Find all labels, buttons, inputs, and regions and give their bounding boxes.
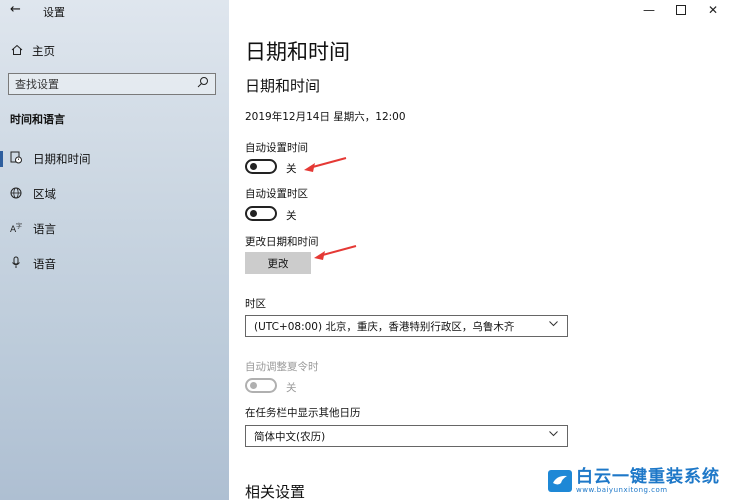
search-placeholder: 查找设置 (15, 78, 59, 91)
extra-calendar-label: 在任务栏中显示其他日历 (245, 407, 361, 419)
auto-time-label: 自动设置时间 (245, 142, 308, 154)
search-input[interactable]: 查找设置 (8, 73, 216, 95)
minimize-icon[interactable]: — (633, 0, 665, 20)
maximize-icon[interactable] (665, 0, 697, 20)
bird-logo-icon (548, 470, 572, 492)
sidebar-item-region[interactable]: 区域 (0, 183, 229, 205)
sidebar-item-language[interactable]: A字 语言 (0, 218, 229, 240)
watermark-text: 白云一键重装系统 www.baiyunxitong.com (576, 466, 720, 494)
sidebar: ← 设置 主页 查找设置 时间和语言 日期和时间 区域 A字 语言 语音 (0, 0, 229, 500)
search-icon[interactable] (197, 76, 209, 91)
title-bar-left: ← 设置 (0, 0, 229, 20)
dst-label: 自动调整夏令时 (245, 361, 319, 373)
globe-icon (9, 187, 23, 202)
extra-calendar-value: 简体中文(农历) (254, 430, 326, 443)
extra-calendar-dropdown[interactable]: 简体中文(农历) (245, 425, 568, 447)
toggle-knob (250, 163, 257, 170)
chevron-down-icon (548, 318, 559, 332)
related-settings-title: 相关设置 (245, 483, 306, 500)
watermark-url: www.baiyunxitong.com (576, 485, 668, 494)
timezone-label: 时区 (245, 298, 266, 310)
sidebar-item-label: 区域 (33, 187, 56, 201)
language-icon: A字 (9, 222, 23, 237)
back-arrow-icon[interactable]: ← (10, 3, 24, 17)
microphone-icon (9, 256, 23, 272)
window-controls: — ✕ (633, 0, 729, 20)
auto-timezone-state: 关 (286, 210, 297, 222)
auto-time-state: 关 (286, 163, 297, 175)
close-icon[interactable]: ✕ (697, 0, 729, 20)
app-title: 设置 (43, 6, 65, 19)
main-panel: — ✕ 日期和时间 日期和时间 2019年12月14日 星期六，12:00 自动… (229, 0, 729, 500)
annotation-arrow-icon (314, 245, 357, 260)
change-button[interactable]: 更改 (245, 252, 311, 274)
sidebar-item-label: 语音 (33, 257, 56, 271)
auto-time-toggle[interactable] (245, 159, 277, 174)
page-title: 日期和时间 (245, 40, 350, 64)
svg-text:字: 字 (16, 222, 22, 230)
toggle-knob (250, 382, 257, 389)
dst-state: 关 (286, 382, 297, 394)
sidebar-section-heading: 时间和语言 (10, 113, 65, 126)
sidebar-item-speech[interactable]: 语音 (0, 253, 229, 275)
current-datetime: 2019年12月14日 星期六，12:00 (245, 111, 406, 123)
sidebar-item-label: 日期和时间 (33, 152, 91, 166)
watermark-name: 白云一键重装系统 (576, 466, 720, 487)
change-datetime-label: 更改日期和时间 (245, 236, 319, 248)
annotation-arrow-icon (304, 157, 347, 172)
timezone-value: (UTC+08:00) 北京，重庆，香港特别行政区，乌鲁木齐 (254, 320, 515, 333)
timezone-dropdown[interactable]: (UTC+08:00) 北京，重庆，香港特别行政区，乌鲁木齐 (245, 315, 568, 337)
dst-toggle[interactable] (245, 378, 277, 393)
toggle-knob (250, 210, 257, 217)
watermark-logo: 白云一键重装系统 www.baiyunxitong.com (548, 467, 724, 495)
home-icon (10, 44, 24, 59)
auto-timezone-label: 自动设置时区 (245, 188, 308, 200)
auto-timezone-toggle[interactable] (245, 206, 277, 221)
calendar-clock-icon (9, 151, 23, 167)
sidebar-item-date-time[interactable]: 日期和时间 (0, 148, 229, 170)
section-title: 日期和时间 (245, 77, 321, 95)
sidebar-item-label: 语言 (33, 222, 56, 236)
sidebar-item-home[interactable]: 主页 (10, 42, 55, 60)
chevron-down-icon (548, 428, 559, 442)
sidebar-item-label: 主页 (32, 44, 55, 58)
